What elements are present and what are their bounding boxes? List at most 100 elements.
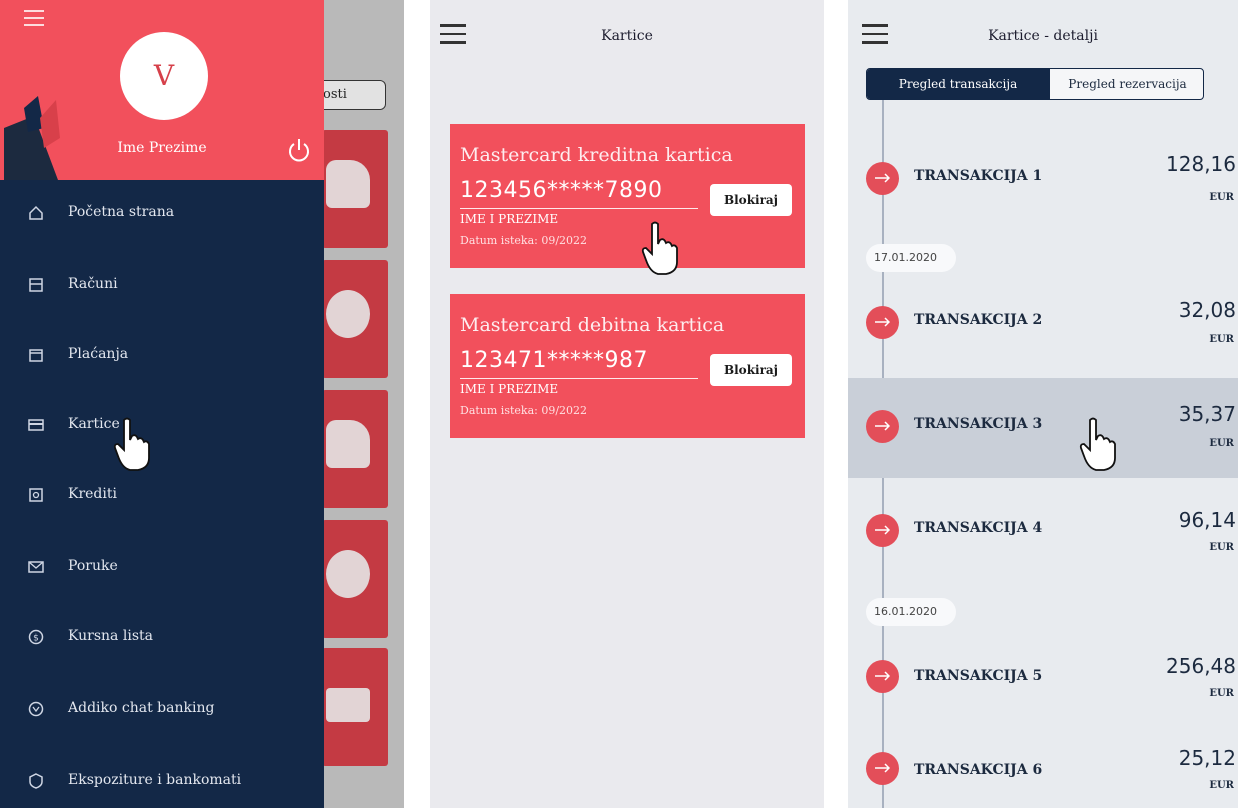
menu-item-label: Krediti bbox=[68, 486, 117, 502]
transaction-name: TRANSAKCIJA 1 bbox=[914, 168, 1043, 184]
location-icon bbox=[29, 773, 43, 789]
top-bar: Kartice - detalji bbox=[848, 0, 1238, 60]
page-title: Kartice - detalji bbox=[988, 28, 1098, 44]
hamburger-menu-icon[interactable] bbox=[24, 10, 44, 31]
background-filter-button: osti bbox=[316, 80, 386, 110]
tab-reservations[interactable]: Pregled rezervacija bbox=[1049, 69, 1203, 99]
background-tile bbox=[322, 130, 388, 248]
menu-item-racuni[interactable]: Računi bbox=[0, 266, 324, 306]
transaction-name: TRANSAKCIJA 4 bbox=[914, 520, 1043, 536]
menu-item-chat-banking[interactable]: Addiko chat banking bbox=[0, 690, 324, 730]
transaction-amount: 35,37 bbox=[1178, 402, 1236, 426]
menu-item-pocetna[interactable]: Početna strana bbox=[0, 194, 324, 234]
transaction-arrow-icon bbox=[866, 306, 899, 339]
menu-item-ekspoziture[interactable]: Ekspoziture i bankomati bbox=[0, 762, 324, 802]
transaction-amount: 256,48 bbox=[1166, 654, 1236, 678]
piggy-bank-icon bbox=[326, 290, 370, 338]
transaction-amount: 128,16 bbox=[1166, 152, 1236, 176]
card-title: Mastercard debitna kartica bbox=[460, 314, 725, 336]
side-drawer: V Ime Prezime Početna strana Računi Plać… bbox=[0, 0, 324, 808]
decorative-illustration bbox=[4, 96, 60, 180]
card-holder: IME I PREZIME bbox=[460, 382, 559, 396]
date-chip: 17.01.2020 bbox=[866, 244, 956, 272]
mail-icon bbox=[28, 561, 44, 573]
debit-card-item[interactable]: Mastercard debitna kartica 123471*****98… bbox=[450, 294, 805, 438]
card-title: Mastercard kreditna kartica bbox=[460, 144, 733, 166]
menu-item-label: Addiko chat banking bbox=[68, 700, 215, 716]
power-icon[interactable] bbox=[285, 136, 313, 164]
transaction-row[interactable]: TRANSAKCIJA 2 32,08 EUR bbox=[848, 272, 1238, 372]
transaction-name: TRANSAKCIJA 2 bbox=[914, 312, 1043, 328]
menu-item-poruke[interactable]: Poruke bbox=[0, 548, 324, 588]
menu-item-label: Računi bbox=[68, 276, 118, 292]
menu-item-kursna-lista[interactable]: $ Kursna lista bbox=[0, 618, 324, 658]
drawer-header: V Ime Prezime bbox=[0, 0, 324, 180]
background-tile bbox=[322, 390, 388, 508]
credit-card-item[interactable]: Mastercard kreditna kartica 123456*****7… bbox=[450, 124, 805, 268]
menu-item-label: Ekspoziture i bankomati bbox=[68, 772, 242, 788]
transaction-name: TRANSAKCIJA 6 bbox=[914, 762, 1043, 778]
background-tile bbox=[322, 260, 388, 378]
card-icon bbox=[326, 688, 370, 722]
menu-item-label: Plaćanja bbox=[68, 346, 129, 362]
divider bbox=[460, 378, 698, 379]
menu-item-label: Početna strana bbox=[68, 204, 175, 220]
card-number: 123456*****7890 bbox=[460, 178, 663, 203]
transaction-row[interactable]: TRANSAKCIJA 5 256,48 EUR bbox=[848, 628, 1238, 728]
transaction-amount: 32,08 bbox=[1178, 298, 1236, 322]
hand-cursor-icon bbox=[113, 417, 150, 471]
menu-item-kartice[interactable]: Kartice bbox=[0, 406, 324, 446]
transaction-currency: EUR bbox=[1209, 780, 1234, 791]
menu-item-krediti[interactable]: Krediti bbox=[0, 476, 324, 516]
tab-transactions[interactable]: Pregled transakcija bbox=[867, 69, 1049, 99]
transaction-arrow-icon bbox=[866, 752, 899, 785]
card-details-screen: Kartice - detalji TRANSAKCIJA 1 128,16 E… bbox=[848, 0, 1238, 808]
transaction-currency: EUR bbox=[1209, 192, 1234, 203]
card-expiry: Datum isteka: 09/2022 bbox=[460, 404, 588, 417]
transaction-currency: EUR bbox=[1209, 438, 1234, 449]
transaction-name: TRANSAKCIJA 3 bbox=[914, 416, 1043, 432]
card-expiry: Datum isteka: 09/2022 bbox=[460, 234, 588, 247]
transaction-arrow-icon bbox=[866, 162, 899, 195]
navigation-drawer-screen: osti V Ime Prezime Početna strana Računi… bbox=[0, 0, 404, 808]
home-icon bbox=[29, 205, 43, 220]
avatar[interactable]: V bbox=[120, 32, 208, 120]
payments-icon bbox=[29, 349, 43, 362]
transaction-currency: EUR bbox=[1209, 334, 1234, 345]
loan-icon bbox=[29, 488, 43, 502]
transaction-row[interactable]: TRANSAKCIJA 6 25,12 EUR bbox=[848, 724, 1238, 808]
profile-name: Ime Prezime bbox=[117, 140, 207, 156]
menu-item-label: Kursna lista bbox=[68, 628, 153, 644]
svg-text:$: $ bbox=[33, 634, 39, 644]
block-card-button[interactable]: Blokiraj bbox=[710, 354, 792, 386]
tab-switcher: Pregled transakcija Pregled rezervacija bbox=[866, 68, 1204, 100]
transaction-currency: EUR bbox=[1209, 688, 1234, 699]
transaction-arrow-icon bbox=[866, 660, 899, 693]
transaction-arrow-icon bbox=[866, 410, 899, 443]
transaction-row-selected[interactable]: TRANSAKCIJA 3 35,37 EUR bbox=[848, 378, 1238, 478]
accounts-icon bbox=[29, 278, 43, 292]
date-chip: 16.01.2020 bbox=[866, 598, 956, 626]
cards-screen: Kartice Mastercard kreditna kartica 1234… bbox=[430, 0, 824, 808]
transaction-row[interactable]: TRANSAKCIJA 4 96,14 EUR bbox=[848, 484, 1238, 584]
currency-icon: $ bbox=[28, 629, 44, 645]
transaction-name: TRANSAKCIJA 5 bbox=[914, 668, 1043, 684]
divider bbox=[460, 208, 698, 209]
background-tile bbox=[322, 648, 388, 766]
page-title: Kartice bbox=[601, 28, 653, 44]
transaction-amount: 96,14 bbox=[1178, 508, 1236, 532]
menu-item-placanja[interactable]: Plaćanja bbox=[0, 336, 324, 376]
hand-cursor-icon bbox=[1079, 417, 1116, 471]
background-tile bbox=[322, 520, 388, 638]
top-bar: Kartice bbox=[430, 0, 824, 60]
menu-item-label: Poruke bbox=[68, 558, 118, 574]
block-card-button[interactable]: Blokiraj bbox=[710, 184, 792, 216]
card-number: 123471*****987 bbox=[460, 348, 648, 373]
card-holder: IME I PREZIME bbox=[460, 212, 559, 226]
wallet-icon bbox=[326, 420, 370, 468]
piggy-bank-icon bbox=[326, 550, 370, 598]
transaction-currency: EUR bbox=[1209, 542, 1234, 553]
transaction-row[interactable]: TRANSAKCIJA 1 128,16 EUR bbox=[848, 130, 1238, 230]
hand-cursor-icon bbox=[641, 221, 678, 275]
wallet-icon bbox=[326, 160, 370, 208]
